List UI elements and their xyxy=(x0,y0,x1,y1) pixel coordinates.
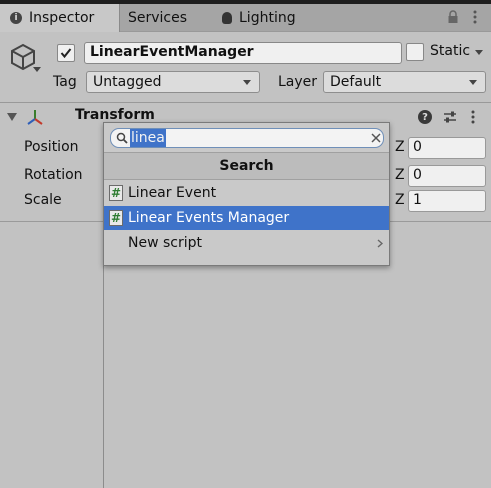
script-icon: # xyxy=(109,210,123,226)
tab-inspector[interactable]: i Inspector xyxy=(0,4,120,32)
scale-z-field[interactable]: 1 xyxy=(408,190,486,212)
rotation-z-field[interactable]: 0 xyxy=(408,165,486,187)
tab-menu-icon[interactable] xyxy=(470,9,480,25)
lock-icon[interactable] xyxy=(447,10,459,24)
chevron-down-icon xyxy=(243,80,251,85)
bulb-icon xyxy=(222,12,232,24)
static-dropdown-caret-icon[interactable] xyxy=(474,49,484,56)
z-axis-label: Z xyxy=(395,192,405,208)
popup-header: Search xyxy=(104,152,389,180)
tab-label: Inspector xyxy=(29,10,95,26)
preset-sliders-icon[interactable] xyxy=(443,110,457,124)
context-menu-icon[interactable] xyxy=(470,109,476,125)
layer-value: Default xyxy=(330,74,382,90)
tab-label: Lighting xyxy=(239,10,296,26)
foldout-arrow-icon[interactable] xyxy=(7,112,17,122)
layer-label: Layer xyxy=(278,74,318,90)
checkmark-icon xyxy=(60,48,72,59)
tab-services[interactable]: Services xyxy=(122,4,214,32)
list-item-linear-event[interactable]: # Linear Event xyxy=(104,181,389,205)
layer-dropdown[interactable]: Default xyxy=(323,71,486,93)
help-icon[interactable]: ? xyxy=(418,110,432,124)
position-z-field[interactable]: 0 xyxy=(408,137,486,159)
chevron-down-icon xyxy=(469,80,477,85)
list-item-new-script[interactable]: New script xyxy=(104,231,389,255)
list-item-label: Linear Events Manager xyxy=(128,210,290,226)
tag-label: Tag xyxy=(53,74,77,90)
active-checkbox[interactable] xyxy=(57,44,75,62)
static-checkbox[interactable] xyxy=(406,43,424,61)
search-icon xyxy=(116,132,128,144)
scale-label: Scale xyxy=(24,192,62,208)
chevron-right-icon xyxy=(377,239,383,248)
object-name-field[interactable]: LinearEventManager xyxy=(84,42,402,64)
tag-dropdown[interactable]: Untagged xyxy=(86,71,260,93)
tab-label: Services xyxy=(128,10,188,26)
clear-icon[interactable] xyxy=(370,132,382,144)
search-input[interactable]: linea xyxy=(110,128,384,148)
list-item-label: Linear Event xyxy=(128,185,217,201)
list-item-linear-events-manager[interactable]: # Linear Events Manager xyxy=(104,206,389,230)
tab-lighting[interactable]: Lighting xyxy=(216,4,316,32)
position-label: Position xyxy=(24,139,79,155)
add-component-popup: linea Search # Linear Event # Linear Eve… xyxy=(103,122,390,266)
list-item-label: New script xyxy=(128,235,202,251)
z-axis-label: Z xyxy=(395,139,405,155)
script-icon: # xyxy=(109,185,123,201)
info-icon: i xyxy=(10,12,22,24)
search-text: linea xyxy=(130,129,166,147)
tag-value: Untagged xyxy=(93,74,162,90)
z-axis-label: Z xyxy=(395,167,405,183)
component-title[interactable]: Transform xyxy=(75,107,155,123)
section-divider xyxy=(0,102,491,103)
rotation-label: Rotation xyxy=(24,167,83,183)
chevron-down-icon[interactable] xyxy=(32,66,42,74)
transform-icon xyxy=(27,110,43,125)
static-label: Static xyxy=(430,43,471,59)
